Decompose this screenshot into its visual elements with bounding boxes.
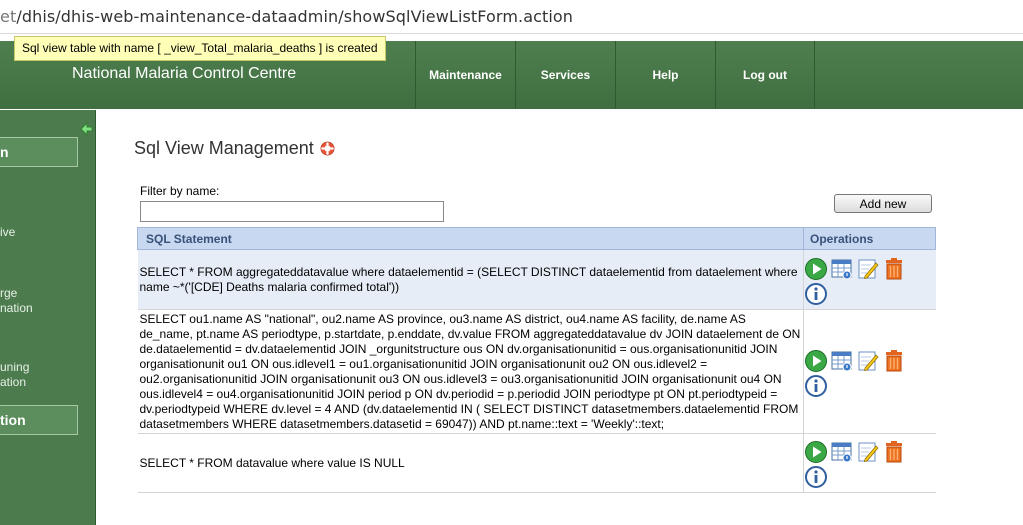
url-prefix: et <box>0 7 17 26</box>
run-icon[interactable] <box>804 440 828 464</box>
left-sidebar: n ive rge nation uning ation tion <box>0 110 96 525</box>
url-text[interactable]: et/dhis/dhis-web-maintenance-dataadmin/s… <box>0 7 573 26</box>
filter-label: Filter by name: <box>140 184 220 198</box>
operations-cell <box>803 309 936 434</box>
sidebar-item-1[interactable]: n <box>0 137 78 167</box>
run-icon[interactable] <box>804 349 828 373</box>
nav-services[interactable]: Services <box>515 41 615 109</box>
filter-input[interactable] <box>140 201 444 222</box>
nav-maintenance[interactable]: Maintenance <box>415 41 515 109</box>
app-title: National Malaria Control Centre <box>72 65 297 82</box>
sql-statement-cell: SELECT * FROM aggregateddatavalue where … <box>137 249 804 310</box>
info-icon[interactable] <box>804 282 828 306</box>
nav-logout[interactable]: Log out <box>715 41 815 109</box>
info-icon[interactable] <box>804 374 828 398</box>
table-row: SELECT * FROM aggregateddatavalue where … <box>137 249 936 310</box>
view-table-icon[interactable] <box>830 440 854 464</box>
edit-icon[interactable] <box>856 257 880 281</box>
sidebar-item-5[interactable]: tion <box>0 405 78 435</box>
help-lifebuoy-icon[interactable] <box>320 141 335 156</box>
view-table-icon[interactable] <box>830 257 854 281</box>
page-title: Sql View Management <box>134 138 314 158</box>
table-row: SELECT ou1.name AS "national", ou2.name … <box>137 309 936 434</box>
sql-view-table: SQL Statement Operations SELECT * FROM a… <box>137 227 936 493</box>
sidebar-item-3[interactable]: rge nation <box>0 286 33 316</box>
sidebar-item-2[interactable]: ive <box>0 225 15 240</box>
browser-url-bar[interactable]: et/dhis/dhis-web-maintenance-dataadmin/s… <box>0 0 1023 34</box>
info-icon[interactable] <box>804 465 828 489</box>
delete-icon[interactable] <box>882 349 906 373</box>
operations-cell <box>803 249 936 310</box>
top-nav: Maintenance Services Help Log out <box>415 41 815 109</box>
edit-icon[interactable] <box>856 349 880 373</box>
collapse-menu-icon[interactable] <box>80 122 94 136</box>
delete-icon[interactable] <box>882 440 906 464</box>
table-row: SELECT * FROM datavalue where value IS N… <box>137 433 936 493</box>
sidebar-item-4[interactable]: uning ation <box>0 360 29 390</box>
column-sql-statement: SQL Statement <box>137 227 804 250</box>
operations-cell <box>803 433 936 493</box>
status-message: Sql view table with name [ _view_Total_m… <box>14 36 386 61</box>
view-table-icon[interactable] <box>830 349 854 373</box>
add-new-button[interactable]: Add new <box>834 194 932 213</box>
page-title-wrap: Sql View Management <box>134 138 335 159</box>
edit-icon[interactable] <box>856 440 880 464</box>
sql-statement-cell: SELECT * FROM datavalue where value IS N… <box>137 433 804 493</box>
delete-icon[interactable] <box>882 257 906 281</box>
nav-help[interactable]: Help <box>615 41 715 109</box>
sql-statement-cell: SELECT ou1.name AS "national", ou2.name … <box>137 309 804 434</box>
run-icon[interactable] <box>804 257 828 281</box>
column-operations: Operations <box>803 227 936 250</box>
url-path: /dhis/dhis-web-maintenance-dataadmin/sho… <box>16 7 574 26</box>
